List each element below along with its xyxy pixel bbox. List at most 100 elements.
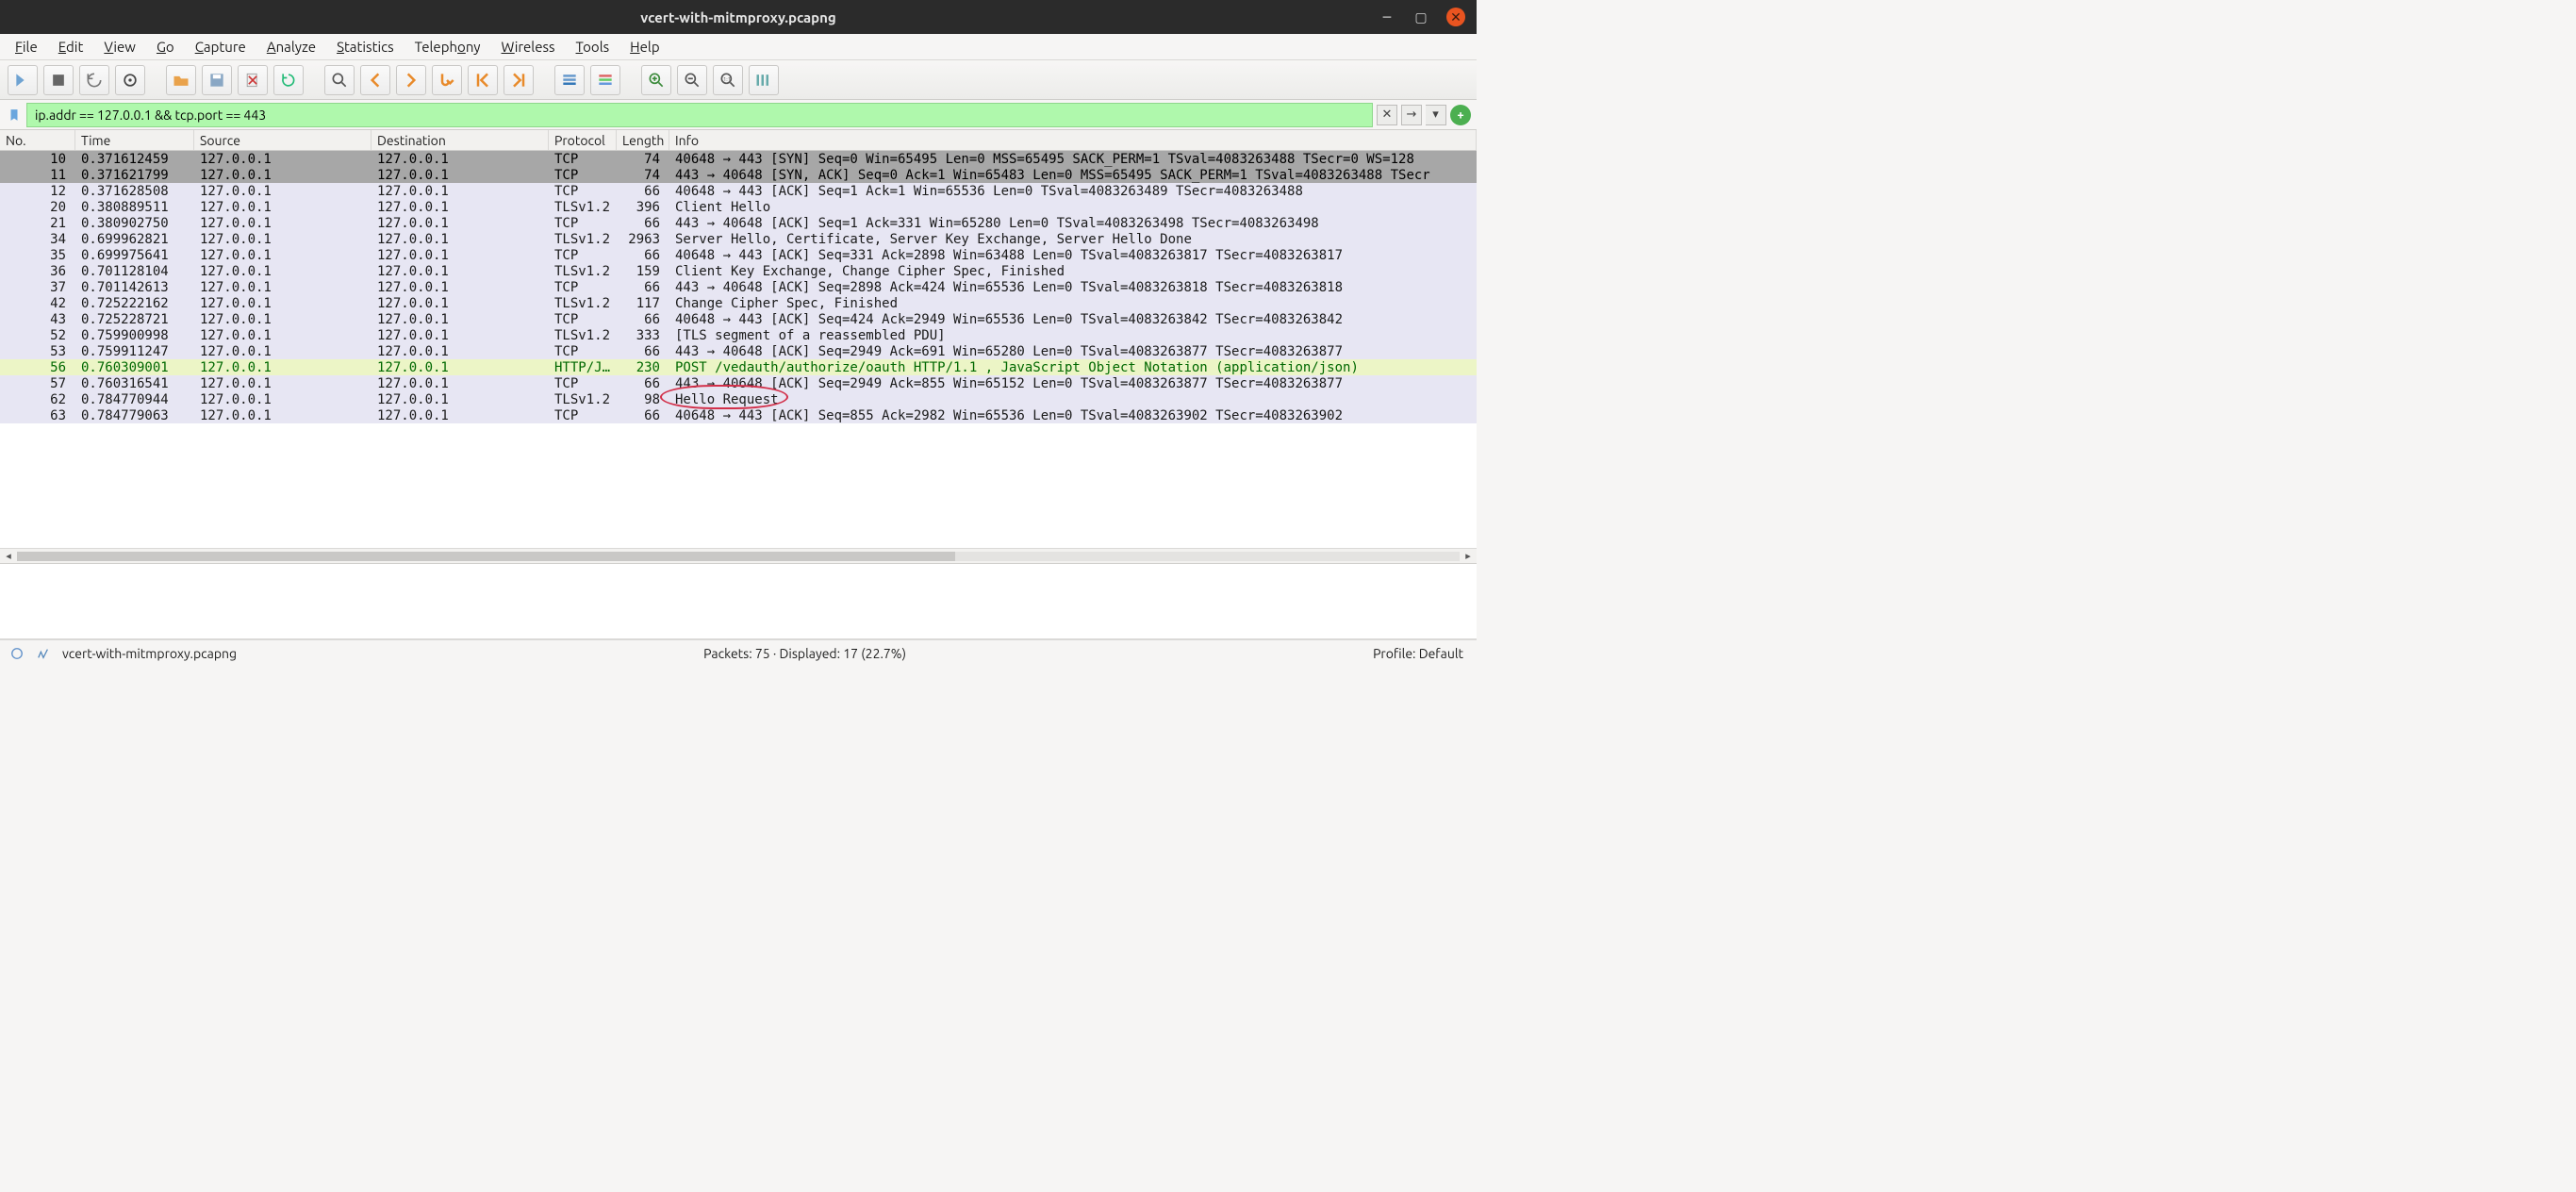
cell-src: 127.0.0.1 bbox=[194, 376, 372, 391]
cell-info: 443 → 40648 [ACK] Seq=2949 Ack=691 Win=6… bbox=[669, 344, 1477, 359]
find-icon[interactable] bbox=[324, 65, 355, 95]
restart-icon[interactable] bbox=[79, 65, 109, 95]
packet-row[interactable]: 530.759911247127.0.0.1127.0.0.1TCP66443 … bbox=[0, 343, 1477, 359]
options-icon[interactable] bbox=[115, 65, 145, 95]
clear-filter-button[interactable]: ✕ bbox=[1377, 105, 1397, 125]
column-header-protocol[interactable]: Protocol bbox=[549, 130, 617, 150]
cell-src: 127.0.0.1 bbox=[194, 312, 372, 327]
column-header-info[interactable]: Info bbox=[669, 130, 1477, 150]
packet-row[interactable]: 110.371621799127.0.0.1127.0.0.1TCP74443 … bbox=[0, 167, 1477, 183]
column-header-time[interactable]: Time bbox=[75, 130, 194, 150]
menu-help[interactable]: Help bbox=[620, 37, 669, 57]
packet-row[interactable]: 350.699975641127.0.0.1127.0.0.1TCP664064… bbox=[0, 247, 1477, 263]
capture-file-props-icon[interactable] bbox=[36, 646, 51, 661]
reload-icon[interactable] bbox=[273, 65, 304, 95]
apply-filter-button[interactable]: → bbox=[1401, 105, 1422, 125]
packet-row[interactable]: 370.701142613127.0.0.1127.0.0.1TCP66443 … bbox=[0, 279, 1477, 295]
cell-info: 40648 → 443 [ACK] Seq=855 Ack=2982 Win=6… bbox=[669, 408, 1477, 423]
resize-columns-icon[interactable] bbox=[749, 65, 779, 95]
packet-row[interactable]: 120.371628508127.0.0.1127.0.0.1TCP664064… bbox=[0, 183, 1477, 199]
back-icon[interactable] bbox=[360, 65, 390, 95]
bookmark-icon[interactable] bbox=[6, 105, 23, 125]
maximize-button[interactable]: ▢ bbox=[1412, 8, 1429, 25]
cell-time: 0.380902750 bbox=[75, 216, 194, 231]
column-header-destination[interactable]: Destination bbox=[372, 130, 549, 150]
autoscroll-icon[interactable] bbox=[554, 65, 585, 95]
cell-proto: TCP bbox=[549, 312, 617, 327]
cell-proto: TLSv1.2 bbox=[549, 296, 617, 311]
packet-row[interactable]: 630.784779063127.0.0.1127.0.0.1TCP664064… bbox=[0, 407, 1477, 423]
scroll-right-arrow[interactable]: ▸ bbox=[1461, 550, 1475, 563]
menu-go[interactable]: Go bbox=[147, 37, 184, 57]
cell-src: 127.0.0.1 bbox=[194, 328, 372, 343]
horizontal-scrollbar[interactable]: ◂ ▸ bbox=[0, 548, 1477, 563]
packet-row[interactable]: 100.371612459127.0.0.1127.0.0.1TCP744064… bbox=[0, 151, 1477, 167]
packet-row[interactable]: 570.760316541127.0.0.1127.0.0.1TCP66443 … bbox=[0, 375, 1477, 391]
menu-wireless[interactable]: Wireless bbox=[492, 37, 565, 57]
column-header-no[interactable]: No. bbox=[0, 130, 75, 150]
cell-info: POST /vedauth/authorize/oauth HTTP/1.1 ,… bbox=[669, 360, 1477, 375]
menu-view[interactable]: View bbox=[94, 37, 145, 57]
open-icon[interactable] bbox=[166, 65, 196, 95]
packet-list-body[interactable]: 100.371612459127.0.0.1127.0.0.1TCP744064… bbox=[0, 151, 1477, 548]
cell-src: 127.0.0.1 bbox=[194, 200, 372, 215]
column-header-source[interactable]: Source bbox=[194, 130, 372, 150]
scroll-track[interactable] bbox=[17, 552, 1460, 561]
cell-src: 127.0.0.1 bbox=[194, 232, 372, 247]
cell-proto: TLSv1.2 bbox=[549, 200, 617, 215]
packet-row[interactable]: 620.784770944127.0.0.1127.0.0.1TLSv1.298… bbox=[0, 391, 1477, 407]
display-filter-input[interactable] bbox=[26, 103, 1373, 127]
cell-no: 52 bbox=[0, 328, 75, 343]
cell-time: 0.371621799 bbox=[75, 168, 194, 183]
cell-time: 0.725222162 bbox=[75, 296, 194, 311]
packet-row[interactable]: 200.380889511127.0.0.1127.0.0.1TLSv1.239… bbox=[0, 199, 1477, 215]
expert-info-icon[interactable] bbox=[9, 646, 25, 661]
zoom-reset-icon[interactable]: 1:1 bbox=[713, 65, 743, 95]
cell-no: 35 bbox=[0, 248, 75, 263]
cell-dst: 127.0.0.1 bbox=[372, 312, 549, 327]
cell-info: 443 → 40648 [ACK] Seq=2898 Ack=424 Win=6… bbox=[669, 280, 1477, 295]
cell-src: 127.0.0.1 bbox=[194, 216, 372, 231]
titlebar: vcert-with-mitmproxy.pcapng ─ ▢ ✕ bbox=[0, 0, 1477, 34]
close-button[interactable]: ✕ bbox=[1446, 8, 1465, 26]
packet-row[interactable]: 360.701128104127.0.0.1127.0.0.1TLSv1.215… bbox=[0, 263, 1477, 279]
colorize-icon[interactable] bbox=[590, 65, 620, 95]
close-file-icon[interactable] bbox=[238, 65, 268, 95]
save-icon[interactable] bbox=[202, 65, 232, 95]
packet-row[interactable]: 210.380902750127.0.0.1127.0.0.1TCP66443 … bbox=[0, 215, 1477, 231]
packet-row[interactable]: 340.699962821127.0.0.1127.0.0.1TLSv1.229… bbox=[0, 231, 1477, 247]
cell-dst: 127.0.0.1 bbox=[372, 168, 549, 183]
column-header-length[interactable]: Length bbox=[617, 130, 669, 150]
fin-icon[interactable] bbox=[8, 65, 38, 95]
packet-row[interactable]: 520.759900998127.0.0.1127.0.0.1TLSv1.233… bbox=[0, 327, 1477, 343]
menu-analyze[interactable]: Analyze bbox=[257, 37, 325, 57]
packet-row[interactable]: 430.725228721127.0.0.1127.0.0.1TCP664064… bbox=[0, 311, 1477, 327]
menu-telephony[interactable]: Telephony bbox=[405, 37, 490, 57]
packet-details-pane[interactable] bbox=[0, 564, 1477, 639]
filter-history-dropdown[interactable]: ▾ bbox=[1426, 105, 1446, 125]
cell-time: 0.699975641 bbox=[75, 248, 194, 263]
cell-info: Change Cipher Spec, Finished bbox=[669, 296, 1477, 311]
menu-file[interactable]: File bbox=[6, 37, 47, 57]
stop-icon[interactable] bbox=[43, 65, 74, 95]
jump-icon[interactable] bbox=[432, 65, 462, 95]
add-filter-button[interactable]: + bbox=[1450, 105, 1471, 125]
menu-edit[interactable]: Edit bbox=[49, 37, 93, 57]
cell-time: 0.760316541 bbox=[75, 376, 194, 391]
display-filter-bar: ✕ → ▾ + bbox=[0, 100, 1477, 130]
menu-capture[interactable]: Capture bbox=[186, 37, 256, 57]
scroll-thumb[interactable] bbox=[17, 552, 955, 561]
status-profile[interactable]: Profile: Default bbox=[1373, 646, 1467, 661]
minimize-button[interactable]: ─ bbox=[1379, 8, 1395, 25]
zoom-out-icon[interactable] bbox=[677, 65, 707, 95]
goto-last-icon[interactable] bbox=[504, 65, 534, 95]
zoom-in-icon[interactable] bbox=[641, 65, 671, 95]
packet-row[interactable]: 560.760309001127.0.0.1127.0.0.1HTTP/J…23… bbox=[0, 359, 1477, 375]
menu-tools[interactable]: Tools bbox=[567, 37, 619, 57]
forward-icon[interactable] bbox=[396, 65, 426, 95]
scroll-left-arrow[interactable]: ◂ bbox=[2, 550, 15, 563]
menu-statistics[interactable]: Statistics bbox=[327, 37, 404, 57]
cell-no: 57 bbox=[0, 376, 75, 391]
packet-row[interactable]: 420.725222162127.0.0.1127.0.0.1TLSv1.211… bbox=[0, 295, 1477, 311]
goto-first-icon[interactable] bbox=[468, 65, 498, 95]
